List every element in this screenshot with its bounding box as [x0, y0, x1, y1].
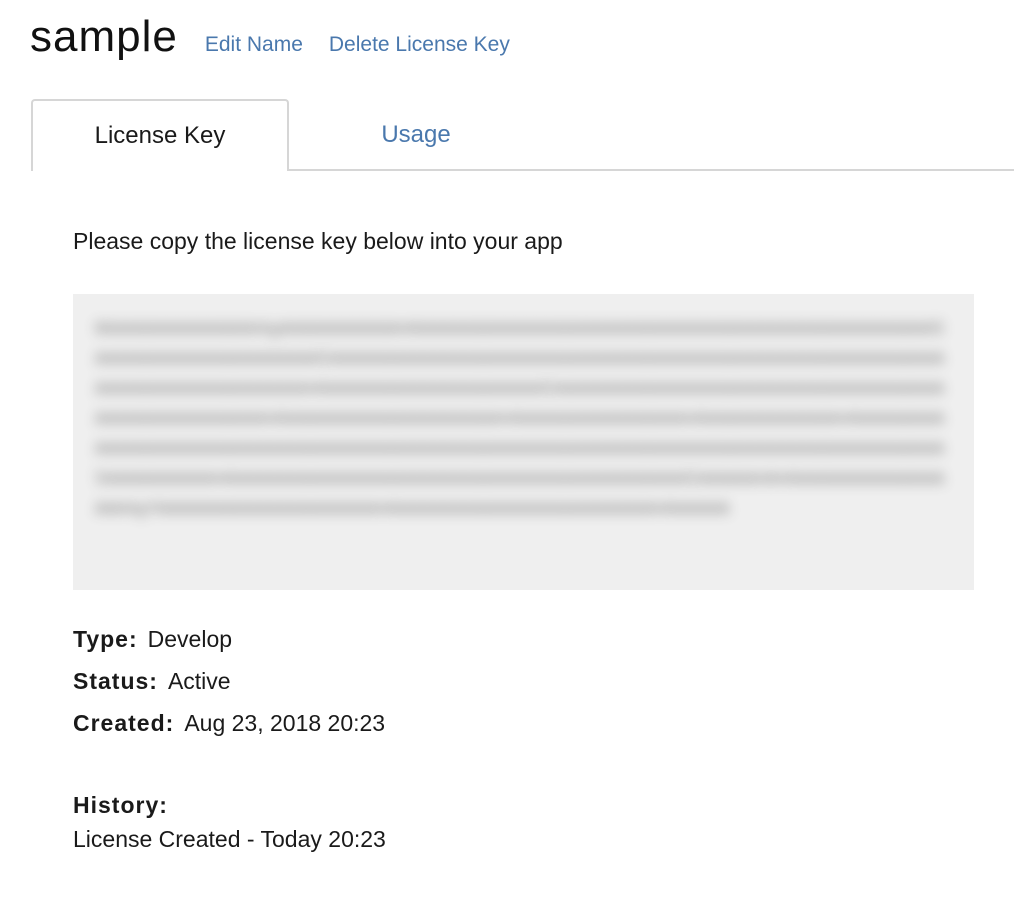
status-row: Status: Active — [73, 664, 385, 706]
page-header: sample Edit Name Delete License Key — [30, 12, 510, 62]
license-key-text[interactable]: 0AAAAAAAAAAAAAAA4gAAAAAAAAAAAA4AAAAAAAAA… — [95, 314, 945, 524]
status-label: Status: — [73, 668, 158, 694]
created-label: Created: — [73, 710, 175, 736]
created-row: Created: Aug 23, 2018 20:23 — [73, 706, 385, 748]
history-section: History: License Created - Today 20:23 — [73, 788, 386, 856]
tab-usage[interactable]: Usage — [321, 99, 511, 171]
tab-license-key[interactable]: License Key — [31, 99, 289, 171]
type-row: Type: Develop — [73, 622, 385, 664]
license-key-box[interactable]: 0AAAAAAAAAAAAAAA4gAAAAAAAAAAAA4AAAAAAAAA… — [73, 294, 974, 590]
history-label: History: — [73, 792, 168, 818]
delete-license-key-link[interactable]: Delete License Key — [329, 33, 510, 57]
license-instruction: Please copy the license key below into y… — [73, 228, 563, 254]
license-details: Type: Develop Status: Active Created: Aug 2… — [73, 622, 385, 748]
status-value: Active — [167, 668, 231, 694]
tab-bar: License Key Usage — [31, 99, 1014, 171]
created-value: Aug 23, 2018 20:23 — [184, 710, 386, 736]
page-title: sample — [30, 12, 178, 61]
type-value: Develop — [147, 626, 233, 652]
edit-name-link[interactable]: Edit Name — [205, 33, 303, 57]
history-item: License Created - Today 20:23 — [73, 826, 386, 852]
type-label: Type: — [73, 626, 138, 652]
